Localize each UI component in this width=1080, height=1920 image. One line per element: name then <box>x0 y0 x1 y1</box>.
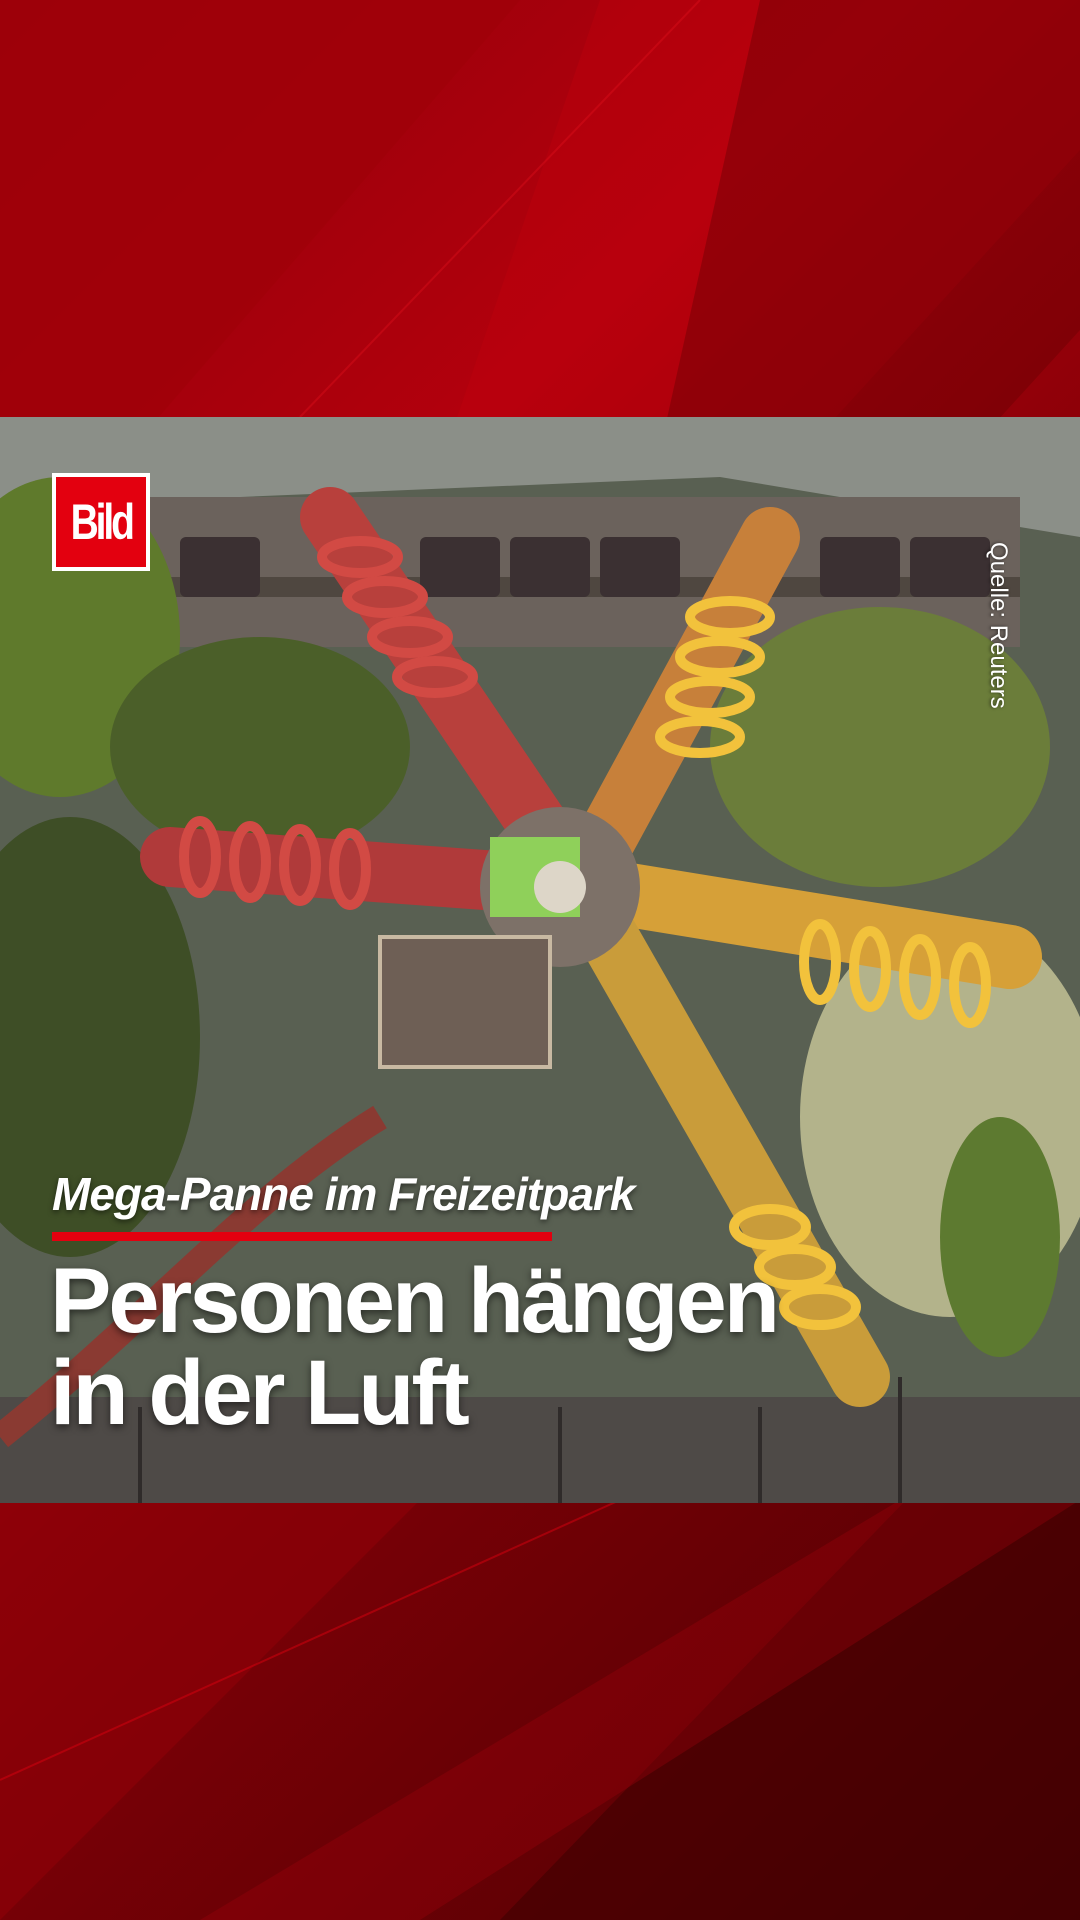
kicker-title: Mega-Panne im Freizeitpark <box>52 1168 635 1220</box>
headline-line-1: Personen hängen <box>50 1250 780 1352</box>
bild-logo: Bild <box>52 473 150 571</box>
video-frame[interactable]: Bild Quelle: Reuters Mega-Panne im Freiz… <box>0 417 1080 1503</box>
story-frame: Bild Quelle: Reuters Mega-Panne im Freiz… <box>0 0 1080 1920</box>
bild-logo-text: Bild <box>70 494 134 550</box>
headline-line-2: in der Luft <box>50 1342 470 1444</box>
headline: Personen hängen in der Luft <box>50 1250 780 1444</box>
source-credit: Quelle: Reuters <box>985 542 1012 709</box>
kicker-underline <box>52 1232 552 1241</box>
